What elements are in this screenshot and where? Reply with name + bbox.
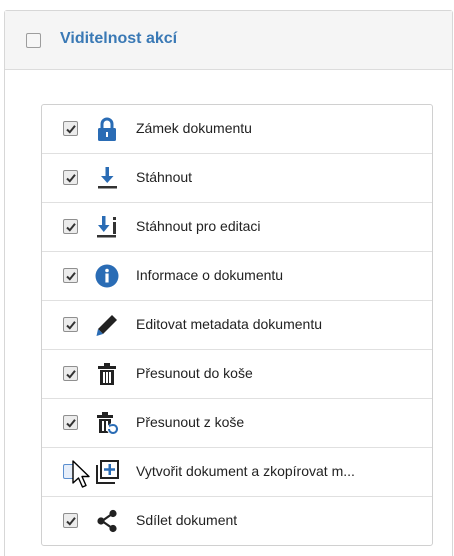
checkbox[interactable] bbox=[63, 268, 78, 283]
download-edit-icon bbox=[97, 216, 116, 238]
share-icon bbox=[97, 509, 117, 533]
lock-icon bbox=[98, 117, 116, 141]
list-item[interactable]: Stáhnout pro editaci bbox=[42, 203, 432, 252]
action-label: Informace o dokumentu bbox=[136, 267, 284, 283]
check-mark-icon bbox=[66, 419, 76, 428]
action-label: Přesunout do koše bbox=[136, 365, 253, 381]
info-icon bbox=[95, 264, 119, 288]
action-label: Editovat metadata dokumentu bbox=[136, 316, 323, 332]
checkbox[interactable] bbox=[63, 366, 78, 381]
check-mark-icon bbox=[66, 370, 76, 379]
check-mark-icon bbox=[66, 272, 76, 281]
checkbox[interactable] bbox=[63, 317, 78, 332]
action-list: Zámek dokumentu Stáhnout Stáhnout pro ed… bbox=[41, 104, 433, 546]
action-label: Stáhnout bbox=[136, 169, 193, 185]
action-label: Vytvořit dokument a zkopírovat m... bbox=[136, 463, 355, 479]
copy-plus-icon bbox=[96, 460, 119, 484]
pencil-icon bbox=[96, 315, 117, 336]
panel-title: Viditelnost akcí bbox=[60, 30, 178, 47]
download-icon bbox=[98, 167, 117, 189]
action-label: Zámek dokumentu bbox=[136, 120, 252, 136]
checkbox[interactable] bbox=[63, 121, 78, 136]
list-item[interactable]: Zámek dokumentu bbox=[42, 105, 432, 154]
checkbox[interactable] bbox=[63, 170, 78, 185]
check-mark-icon bbox=[66, 125, 76, 134]
action-label: Přesunout z koše bbox=[136, 414, 245, 430]
checkbox[interactable] bbox=[63, 219, 78, 234]
list-item[interactable]: Přesunout z koše bbox=[42, 399, 432, 448]
list-item[interactable]: Informace o dokumentu bbox=[42, 252, 432, 301]
action-label: Sdílet dokument bbox=[136, 512, 238, 528]
trash-restore-icon bbox=[97, 412, 119, 435]
list-item[interactable]: Vytvořit dokument a zkopírovat m... bbox=[42, 448, 432, 497]
checkbox[interactable] bbox=[63, 415, 78, 430]
panel-header: Viditelnost akcí bbox=[5, 11, 452, 70]
list-item[interactable]: Stáhnout bbox=[42, 154, 432, 203]
check-mark-icon bbox=[66, 223, 76, 232]
check-mark-icon bbox=[66, 517, 76, 526]
check-mark-icon bbox=[66, 174, 76, 183]
action-label: Stáhnout pro editaci bbox=[136, 218, 261, 234]
list-item[interactable]: Sdílet dokument bbox=[42, 497, 432, 546]
trash-icon bbox=[98, 363, 116, 385]
list-item[interactable]: Editovat metadata dokumentu bbox=[42, 301, 432, 350]
header-checkbox[interactable] bbox=[26, 33, 41, 48]
list-item[interactable]: Přesunout do koše bbox=[42, 350, 432, 399]
check-mark-icon bbox=[66, 321, 76, 330]
checkbox[interactable] bbox=[63, 513, 78, 528]
mouse-cursor-icon bbox=[72, 460, 90, 488]
